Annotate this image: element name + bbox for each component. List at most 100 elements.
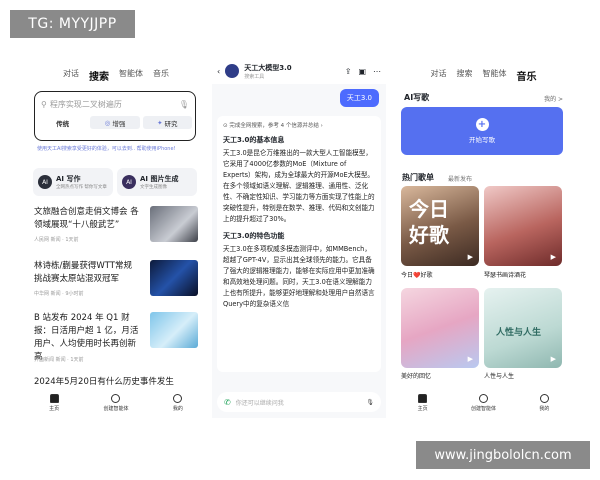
start-compose-button[interactable]: + 开始写歌	[401, 107, 563, 155]
more-icon[interactable]: ⋯	[373, 67, 381, 76]
playlist-caption: 琴瑟书画诗酒花	[484, 272, 527, 279]
playlist-caption: 美好的回忆	[401, 373, 432, 380]
tab-music[interactable]: 音乐	[517, 68, 537, 83]
tab-search[interactable]: 搜索	[457, 68, 473, 83]
plus-icon: +	[475, 118, 489, 131]
add-icon	[478, 394, 488, 403]
mode-research[interactable]: ✦ 研究	[142, 116, 192, 129]
news-item[interactable]: 文旅融合创意走俏文博会 各领域展现“十八般武艺” 人民网 新闻 · 1天前	[34, 206, 198, 248]
user-message: 天工3.0	[339, 89, 379, 107]
mode-enhanced[interactable]: ◎ 增强	[90, 116, 140, 129]
section-body: 天工3.0是昆仑万维推出的一款大型人工智能模型，它采用了4000亿参数的MoE（…	[223, 149, 375, 223]
microphone-icon[interactable]: 🎙	[366, 399, 374, 406]
nav-home[interactable]: 主页	[418, 394, 428, 412]
tab-chat[interactable]: 对话	[63, 68, 79, 83]
hot-playlists-tab[interactable]: 热门歌单	[402, 172, 434, 183]
chevron-icon: ›	[318, 123, 323, 129]
nav-profile[interactable]: 我的	[173, 394, 183, 412]
bot-avatar	[225, 64, 240, 78]
bot-sub: 搜索工具	[244, 73, 265, 80]
home-icon	[418, 394, 428, 403]
search-reference[interactable]: ⊙ 完成全网搜索，参考 4 个信源并总结 ›	[223, 121, 375, 129]
copy-icon[interactable]: ▣	[358, 67, 366, 76]
playlist-card[interactable]: ▶	[484, 186, 562, 266]
nav-home[interactable]: 主页	[49, 394, 59, 412]
phone-icon[interactable]: ✆	[224, 398, 231, 407]
tab-search[interactable]: 搜索	[89, 68, 109, 83]
play-icon[interactable]: ▶	[468, 355, 473, 363]
search-screen: 对话 搜索 智能体 音乐 ⚲ 程序实现二叉树遍历 🎙 传统 ◎ 增强 ✦ 研究 使用…	[27, 58, 205, 418]
search-icon: ⚲	[41, 100, 47, 109]
top-tabs: 对话 搜索 智能体 音乐	[27, 68, 205, 83]
news-item[interactable]: 林诗栋/蒯曼获得WTT常规挑战赛太原站混双冠军 中华网 新闻 · 9小时前	[34, 260, 198, 302]
tab-agents[interactable]: 智能体	[483, 68, 507, 83]
playlist-card[interactable]: ▶	[401, 288, 479, 368]
ai-writing-icon: AI	[38, 175, 52, 189]
profile-icon	[173, 394, 183, 403]
playlist-card[interactable]: 人性与人生 ▶	[484, 288, 562, 368]
news-title: 2024年5月20日有什么历史事件发生	[34, 377, 174, 387]
play-icon[interactable]: ▶	[551, 355, 556, 363]
tab-agents[interactable]: 智能体	[119, 68, 143, 83]
bot-name: 天工大模型3.0	[244, 63, 292, 72]
ai-image-sub: 文字生成图像	[140, 185, 167, 190]
chat-screen: ‹ 天工大模型3.0 搜索工具 ⇪ ▣ ⋯ 天工3.0 ⊙ 完成全网搜索，参考 …	[212, 58, 386, 418]
message-input-bar[interactable]: ✆ 你还可以继续问我 🎙	[217, 392, 381, 412]
play-icon[interactable]: ▶	[468, 253, 473, 261]
ai-writing-sub: 全网热点写作 帮你写文章	[56, 185, 107, 190]
my-songs-link[interactable]: 我的 >	[544, 94, 563, 103]
news-meta: 中华网 新闻 · 9小时前	[34, 291, 84, 297]
back-icon[interactable]: ‹	[217, 67, 220, 76]
playlist-cover-text: 人性与人生	[496, 328, 542, 338]
playlist-cover-text: 今日 好歌	[409, 197, 449, 247]
nav-profile[interactable]: 我的	[539, 394, 549, 412]
add-icon	[111, 394, 121, 403]
news-thumbnail	[150, 260, 198, 296]
ai-song-title: AI写歌	[404, 93, 430, 102]
watermark-bottom-right: www.jingbololcn.com	[416, 441, 590, 469]
play-icon[interactable]: ▶	[551, 253, 556, 261]
news-thumbnail	[150, 206, 198, 242]
news-meta: 人民网 新闻 · 1天前	[34, 237, 79, 243]
section-body: 天工3.0在多项权威多模态测评中，如MMBench，超越了GPT-4V，显示出其…	[223, 245, 375, 308]
chat-header: ‹ 天工大模型3.0 搜索工具 ⇪ ▣ ⋯	[212, 58, 386, 84]
research-icon: ✦	[157, 118, 163, 127]
bottom-nav: 主页 创建智能体 我的	[396, 394, 571, 412]
search-note[interactable]: 使用天工AI搜索享受更好的体验，可以去到.. 帮助使用iPhone!	[37, 145, 176, 152]
home-icon	[49, 394, 59, 403]
top-tabs: 对话 搜索 智能体 音乐	[396, 68, 571, 83]
share-icon[interactable]: ⇪	[345, 67, 352, 76]
search-box[interactable]: ⚲ 程序实现二叉树遍历 🎙 传统 ◎ 增强 ✦ 研究	[34, 91, 196, 141]
news-title: 文旅融合创意走俏文博会 各领域展现“十八般武艺”	[34, 207, 139, 230]
section-heading: 天工3.0的基本信息	[223, 136, 285, 144]
ai-image-title: AI 图片生成	[140, 175, 179, 183]
ai-image-card[interactable]: AI AI 图片生成 文字生成图像	[117, 168, 197, 196]
tab-chat[interactable]: 对话	[431, 68, 447, 83]
watermark-top-left: TG: MYYJJPP	[10, 10, 135, 38]
mode-traditional[interactable]: 传统	[38, 116, 88, 129]
microphone-icon[interactable]: 🎙	[179, 100, 189, 109]
news-item[interactable]: B 站发布 2024 年 Q1 财报：日活用户超 1 亿，月活用户、人均使用时长…	[34, 312, 198, 368]
ai-writing-card[interactable]: AI AI 写作全网热点写作 帮你写文章	[33, 168, 113, 196]
answer-card: ⊙ 完成全网搜索，参考 4 个信源并总结 › 天工3.0的基本信息 天工3.0是…	[217, 116, 381, 372]
playlist-card[interactable]: 今日 好歌 ▶	[401, 186, 479, 266]
nav-create-agent[interactable]: 创建智能体	[471, 394, 496, 412]
ai-writing-title: AI 写作	[56, 175, 81, 183]
playlist-caption: 人性与人生	[484, 373, 515, 380]
bottom-nav: 主页 创建智能体 我的	[27, 394, 205, 412]
search-input[interactable]: 程序实现二叉树遍历	[50, 99, 179, 110]
ai-image-icon: AI	[122, 175, 136, 189]
news-meta: 界面新闻 新闻 · 1天前	[34, 357, 84, 363]
enhanced-icon: ◎	[104, 118, 111, 127]
latest-tab[interactable]: 最新发布	[448, 174, 472, 183]
tab-music[interactable]: 音乐	[153, 68, 169, 83]
message-input[interactable]: 你还可以继续问我	[236, 398, 362, 407]
news-thumbnail	[150, 312, 198, 348]
news-title: 林诗栋/蒯曼获得WTT常规挑战赛太原站混双冠军	[34, 261, 133, 284]
section-heading: 天工3.0的特色功能	[223, 232, 285, 240]
news-item[interactable]: 2024年5月20日有什么历史事件发生	[34, 376, 198, 390]
music-screen: 对话 搜索 智能体 音乐 AI写歌 我的 > + 开始写歌 热门歌单 最新发布 …	[396, 58, 571, 418]
playlist-caption: 今日❤️好歌	[401, 272, 433, 279]
profile-icon	[539, 394, 549, 403]
nav-create-agent[interactable]: 创建智能体	[103, 394, 129, 412]
